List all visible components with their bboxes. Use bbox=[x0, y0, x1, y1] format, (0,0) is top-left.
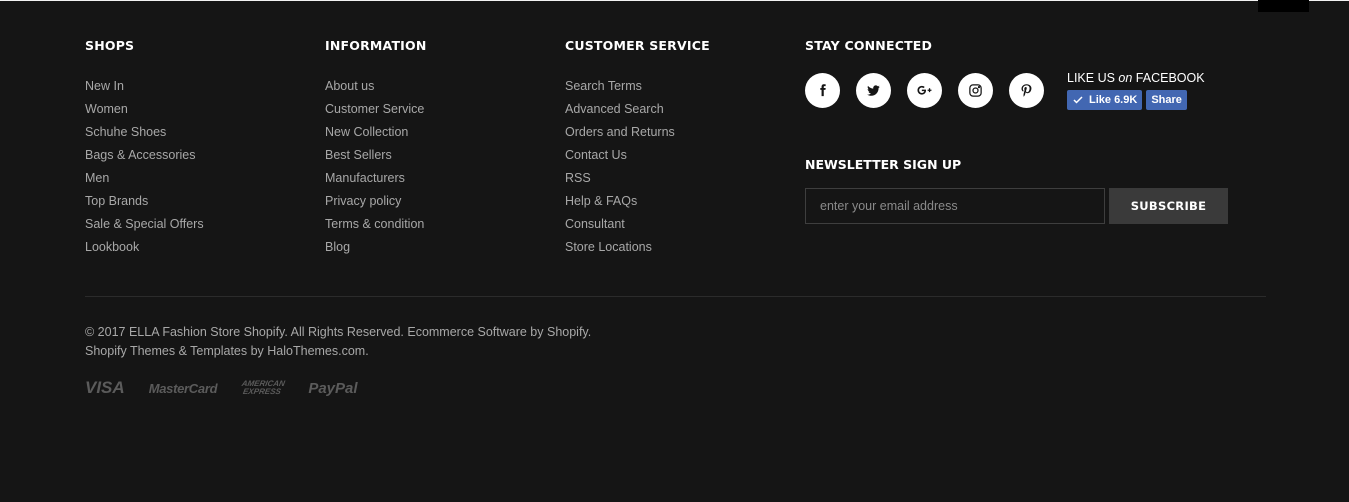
information-links: About us Customer Service New Collection… bbox=[325, 75, 427, 259]
customer-service-link[interactable]: Orders and Returns bbox=[565, 121, 710, 144]
visa-logo-icon: VISA bbox=[85, 378, 125, 397]
shops-link[interactable]: New In bbox=[85, 75, 204, 98]
shops-link[interactable]: Lookbook bbox=[85, 236, 204, 259]
information-link[interactable]: Best Sellers bbox=[325, 144, 427, 167]
facebook-share-button[interactable]: Share bbox=[1146, 90, 1187, 110]
information-link[interactable]: Manufacturers bbox=[325, 167, 427, 190]
like-us-label: LIKE US on FACEBOOK bbox=[1067, 71, 1205, 85]
mastercard-logo-icon: MasterCard bbox=[148, 380, 218, 396]
newsletter-heading: NEWSLETTER SIGN UP bbox=[805, 157, 962, 172]
top-border bbox=[0, 0, 1349, 1]
social-links bbox=[805, 73, 1060, 108]
information-link[interactable]: Terms & condition bbox=[325, 213, 427, 236]
shops-link[interactable]: Men bbox=[85, 167, 204, 190]
top-corner-block bbox=[1258, 0, 1309, 12]
shops-link[interactable]: Schuhe Shoes bbox=[85, 121, 204, 144]
customer-service-link[interactable]: Consultant bbox=[565, 213, 710, 236]
copyright-line: Shopify Themes & Templates by HaloThemes… bbox=[85, 344, 369, 358]
facebook-like-box: LIKE US on FACEBOOK Like 6.9K Share bbox=[1067, 71, 1205, 110]
information-link[interactable]: Privacy policy bbox=[325, 190, 427, 213]
customer-service-link[interactable]: Store Locations bbox=[565, 236, 710, 259]
information-link[interactable]: New Collection bbox=[325, 121, 427, 144]
facebook-like-button[interactable]: Like 6.9K bbox=[1067, 90, 1143, 110]
checkmark-icon bbox=[1073, 96, 1083, 104]
customer-service-links: Search Terms Advanced Search Orders and … bbox=[565, 75, 710, 259]
shops-links: New In Women Schuhe Shoes Bags & Accesso… bbox=[85, 75, 204, 259]
customer-service-link[interactable]: Advanced Search bbox=[565, 98, 710, 121]
customer-service-link[interactable]: Contact Us bbox=[565, 144, 710, 167]
shops-heading: SHOPS bbox=[85, 38, 135, 53]
amex-logo-icon: AMERICAN EXPRESS bbox=[240, 379, 286, 396]
footer-column-information: INFORMATION About us Customer Service Ne… bbox=[325, 38, 427, 259]
like-us-prefix: LIKE US bbox=[1067, 71, 1119, 85]
instagram-icon[interactable] bbox=[958, 73, 993, 108]
customer-service-link[interactable]: RSS bbox=[565, 167, 710, 190]
pinterest-icon[interactable] bbox=[1009, 73, 1044, 108]
customer-service-heading: CUSTOMER SERVICE bbox=[565, 38, 710, 53]
like-us-suffix: FACEBOOK bbox=[1132, 71, 1205, 85]
paypal-logo-icon: PayPal bbox=[308, 379, 358, 397]
information-heading: INFORMATION bbox=[325, 38, 427, 53]
facebook-icon[interactable] bbox=[805, 73, 840, 108]
copyright-line: © 2017 ELLA Fashion Store Shopify. All R… bbox=[85, 325, 592, 339]
facebook-buttons: Like 6.9K Share bbox=[1067, 90, 1205, 110]
footer-divider bbox=[85, 296, 1266, 297]
copyright: © 2017 ELLA Fashion Store Shopify. All R… bbox=[85, 323, 591, 361]
newsletter-email-input[interactable] bbox=[805, 188, 1105, 224]
stay-connected-heading: STAY CONNECTED bbox=[805, 38, 933, 53]
google-plus-icon[interactable] bbox=[907, 73, 942, 108]
footer-column-customer-service: CUSTOMER SERVICE Search Terms Advanced S… bbox=[565, 38, 710, 259]
information-link[interactable]: Customer Service bbox=[325, 98, 427, 121]
facebook-like-label: Like 6.9K bbox=[1089, 94, 1138, 106]
amex-line: EXPRESS bbox=[242, 387, 282, 396]
customer-service-link[interactable]: Help & FAQs bbox=[565, 190, 710, 213]
subscribe-button[interactable]: SUBSCRIBE bbox=[1109, 188, 1228, 224]
like-us-on: on bbox=[1118, 71, 1133, 85]
shops-link[interactable]: Top Brands bbox=[85, 190, 204, 213]
payment-methods: VISA MasterCard AMERICAN EXPRESS PayPal bbox=[85, 378, 382, 398]
shops-link[interactable]: Bags & Accessories bbox=[85, 144, 204, 167]
customer-service-link[interactable]: Search Terms bbox=[565, 75, 710, 98]
twitter-icon[interactable] bbox=[856, 73, 891, 108]
shops-link[interactable]: Sale & Special Offers bbox=[85, 213, 204, 236]
footer-column-shops: SHOPS New In Women Schuhe Shoes Bags & A… bbox=[85, 38, 204, 259]
information-link[interactable]: About us bbox=[325, 75, 427, 98]
shops-link[interactable]: Women bbox=[85, 98, 204, 121]
footer-column-stay-connected: STAY CONNECTED bbox=[805, 38, 932, 53]
information-link[interactable]: Blog bbox=[325, 236, 427, 259]
